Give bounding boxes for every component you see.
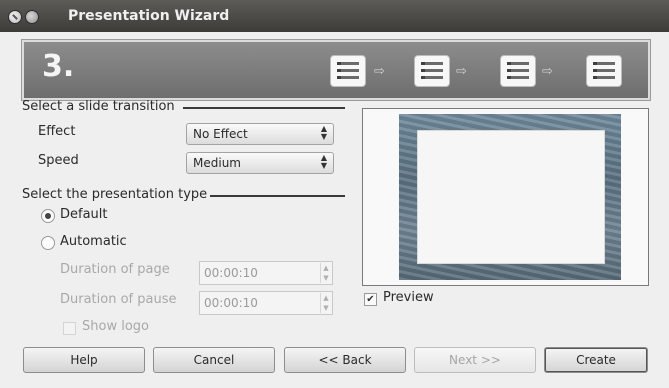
spin-arrows-icon: ▲ ▼	[320, 153, 327, 170]
duration-page-value: 00:00:10	[204, 266, 258, 280]
speed-label: Speed	[38, 153, 79, 168]
minimize-window-icon[interactable]	[25, 10, 39, 24]
step-banner: 3. ⇨ ⇨ ⇨	[22, 40, 650, 100]
default-radio[interactable]	[41, 209, 55, 223]
default-radio-label[interactable]: Default	[60, 207, 108, 222]
automatic-radio-label[interactable]: Automatic	[60, 234, 127, 249]
spin-arrows-icon: ▲ ▼	[320, 124, 327, 141]
preview-slide-background	[399, 114, 621, 280]
duration-page-input[interactable]: 00:00:10 ▲ ▼	[199, 261, 333, 285]
duration-pause-input[interactable]: 00:00:10 ▲ ▼	[199, 291, 333, 315]
effect-select[interactable]: No Effect ▲ ▼	[186, 123, 334, 145]
show-logo-checkbox[interactable]	[63, 322, 76, 335]
next-button[interactable]: Next >>	[414, 347, 536, 373]
speed-select-value: Medium	[193, 156, 241, 170]
close-window-icon[interactable]	[8, 10, 22, 24]
title-bar: Presentation Wizard	[0, 0, 669, 32]
section-divider	[210, 195, 345, 197]
preview-label[interactable]: Preview	[383, 290, 434, 305]
section-divider	[183, 107, 345, 109]
help-button[interactable]: Help	[23, 347, 145, 373]
preview-slide-content-area	[417, 130, 605, 264]
speed-select[interactable]: Medium ▲ ▼	[186, 152, 334, 174]
slide-preview	[362, 108, 649, 286]
preview-checkbox[interactable]: ✔	[364, 293, 377, 306]
show-logo-label[interactable]: Show logo	[82, 319, 149, 334]
step-3-list-icon	[500, 55, 536, 87]
step-1-list-icon	[330, 55, 366, 87]
step-number: 3.	[42, 49, 75, 84]
duration-pause-label: Duration of pause	[60, 292, 177, 307]
transition-section-heading: Select a slide transition	[22, 99, 175, 114]
duration-pause-value: 00:00:10	[204, 296, 258, 310]
step-arrow-icon: ⇨	[542, 64, 553, 79]
effect-label: Effect	[38, 124, 76, 139]
step-arrow-icon: ⇨	[374, 64, 385, 79]
step-4-list-icon	[586, 55, 622, 87]
duration-page-label: Duration of page	[60, 262, 170, 277]
step-2-list-icon	[414, 55, 450, 87]
cancel-button[interactable]: Cancel	[153, 347, 275, 373]
create-button[interactable]: Create	[544, 347, 648, 373]
spin-arrows-icon[interactable]: ▲ ▼	[320, 263, 331, 283]
window-title: Presentation Wizard	[68, 8, 230, 24]
spin-arrows-icon[interactable]: ▲ ▼	[320, 293, 331, 313]
effect-select-value: No Effect	[193, 127, 248, 141]
presentation-wizard-window: Presentation Wizard 3. ⇨ ⇨ ⇨ Select a sl…	[0, 0, 669, 388]
back-button[interactable]: << Back	[284, 347, 406, 373]
automatic-radio[interactable]	[41, 236, 55, 250]
presentation-type-heading: Select the presentation type	[22, 187, 208, 202]
step-arrow-icon: ⇨	[456, 64, 467, 79]
